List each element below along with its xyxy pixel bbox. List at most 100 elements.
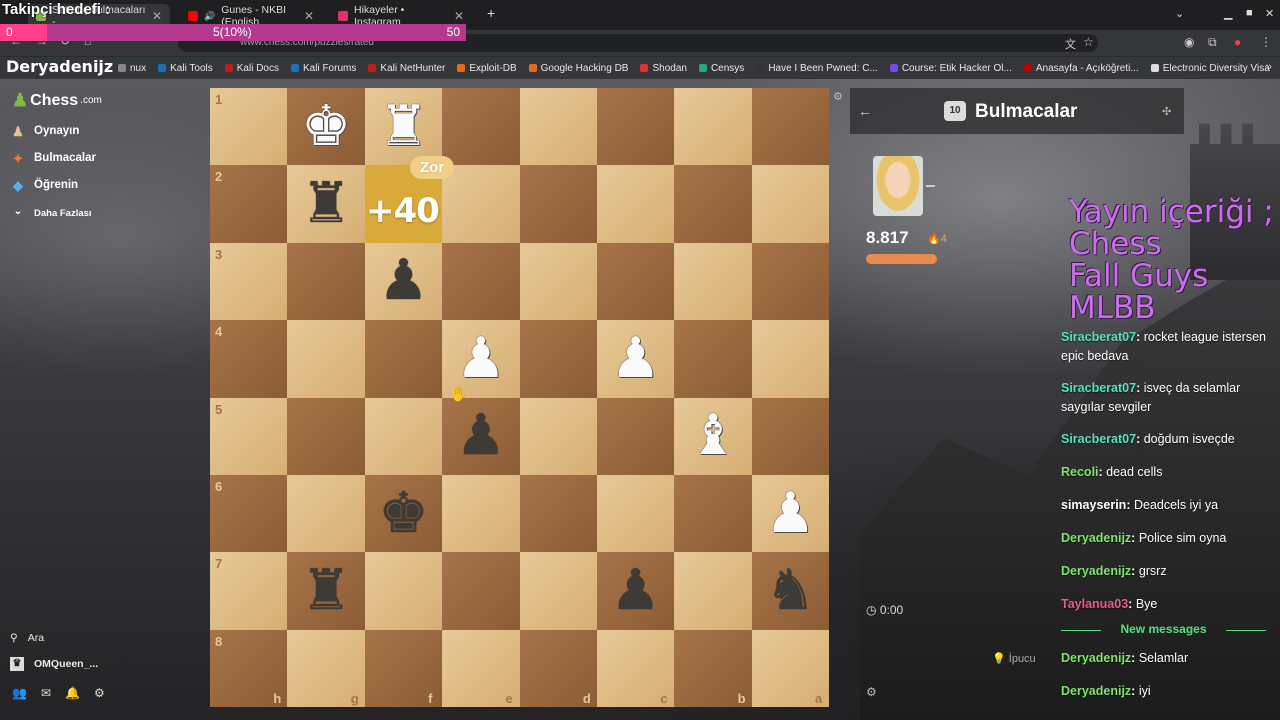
board-square[interactable] <box>596 474 675 553</box>
bookmark-item[interactable]: Course: Etik Hacker Ol... <box>889 63 1012 74</box>
bookmark-item[interactable]: Shodan <box>640 63 687 74</box>
board-square[interactable] <box>442 474 520 553</box>
white-piece[interactable]: ♚ <box>287 88 364 165</box>
board-square[interactable] <box>751 242 830 321</box>
panel-back-arrow-icon[interactable]: ← <box>858 103 872 119</box>
board-square[interactable] <box>674 320 752 398</box>
board-square[interactable] <box>674 552 752 630</box>
bookmark-item[interactable]: Exploit-DB <box>457 63 517 74</box>
board-square[interactable] <box>287 320 365 398</box>
black-piece[interactable]: ♟ <box>365 243 442 320</box>
nav-play[interactable]: ♟ Oynayın <box>10 124 79 139</box>
board-square[interactable] <box>364 320 443 398</box>
white-piece[interactable]: ♝ <box>674 398 751 475</box>
chat-username[interactable]: Deryadenijz <box>1061 531 1131 545</box>
gear-icon[interactable]: ⚙ <box>94 686 105 700</box>
board-square[interactable] <box>364 552 443 630</box>
white-piece[interactable]: ♟ <box>442 320 519 397</box>
board-settings-gear-icon[interactable]: ⚙ <box>833 90 843 103</box>
board-square[interactable] <box>596 165 675 243</box>
board-square[interactable] <box>519 88 597 166</box>
board-square[interactable] <box>751 320 830 398</box>
board-square[interactable] <box>519 242 597 321</box>
bookmark-item[interactable]: Kali Tools <box>158 63 213 74</box>
bookmark-star-icon[interactable]: ☆ <box>1083 35 1094 49</box>
friends-icon[interactable]: 👥 <box>12 686 27 700</box>
board-square[interactable] <box>596 88 675 166</box>
hint-button[interactable]: 💡 İpucu <box>992 652 1036 665</box>
white-piece[interactable]: ♟ <box>752 475 829 552</box>
black-piece[interactable]: ♚ <box>365 475 442 552</box>
minimize-button[interactable]: ▁ <box>1224 7 1232 20</box>
board-square[interactable] <box>519 552 597 630</box>
board-square[interactable] <box>442 242 520 321</box>
extensions-icon[interactable]: ⧉ <box>1208 35 1217 50</box>
bookmark-item[interactable]: nux <box>118 63 146 74</box>
board-square[interactable] <box>287 474 365 553</box>
board-square[interactable] <box>674 242 752 321</box>
board-square[interactable] <box>442 88 520 166</box>
black-piece[interactable]: ♟ <box>597 552 674 629</box>
board-square[interactable] <box>751 397 830 475</box>
bookmark-item[interactable]: Electronic Diversity Visa <box>1150 63 1270 74</box>
board-square[interactable] <box>287 397 365 475</box>
board-square[interactable] <box>519 165 597 243</box>
bookmark-item[interactable]: Kali Forums <box>291 63 356 74</box>
chess-board[interactable]: +40 Zor ✋ 1 2 3 4 5 6 7 8 h g f e d c b a ♚ ♜ ♜ ♟ ♟ ♟ ♟ ♝ ♚ ♟ ♜ ♟ ♞ <box>210 88 830 708</box>
more-bookmarks-chevron-icon[interactable]: » <box>1266 61 1272 73</box>
board-square[interactable] <box>442 165 520 243</box>
white-piece[interactable]: ♜ <box>365 88 442 165</box>
board-square[interactable] <box>596 397 675 475</box>
chess-logo[interactable]: ♟ Chess .com <box>12 90 102 111</box>
black-piece[interactable]: ♞ <box>752 552 829 629</box>
bell-icon[interactable]: 🔔 <box>65 686 80 700</box>
board-square[interactable] <box>287 242 365 321</box>
bookmark-item[interactable]: Anasayfa - Açıköğreti... <box>1023 63 1139 74</box>
profile-icon[interactable]: ◉ <box>1184 35 1194 49</box>
translate-icon[interactable]: 文 <box>1065 36 1076 52</box>
board-square[interactable] <box>674 88 752 166</box>
chat-username[interactable]: Taylanua03 <box>1061 597 1128 611</box>
speaker-icon[interactable]: 🔊 <box>204 11 215 22</box>
board-square[interactable] <box>674 165 752 243</box>
close-icon[interactable]: ✕ <box>152 9 162 23</box>
chat-username[interactable]: Siracberat07 <box>1061 381 1136 395</box>
board-square[interactable] <box>519 474 597 553</box>
bookmark-item[interactable]: Kali NetHunter <box>368 63 445 74</box>
chat-username[interactable]: Siracberat07 <box>1061 432 1136 446</box>
close-icon[interactable]: ✕ <box>304 9 314 23</box>
black-piece[interactable]: ♜ <box>287 165 364 242</box>
board-square[interactable] <box>519 397 597 475</box>
close-window-button[interactable]: ✕ <box>1265 7 1274 20</box>
panel-options-icon[interactable]: ✣ <box>1162 105 1171 118</box>
tab-list-chevron-icon[interactable]: ⌄ <box>1175 7 1184 20</box>
panel-gear-icon[interactable]: ⚙ <box>866 685 877 699</box>
new-tab-button[interactable]: + <box>487 5 495 21</box>
board-square[interactable] <box>751 88 830 166</box>
white-piece[interactable]: ♟ <box>597 320 674 397</box>
chat-username[interactable]: Deryadenijz <box>1061 651 1131 665</box>
nav-learn[interactable]: ◆ Öğrenin <box>10 178 78 193</box>
chat-username[interactable]: Siracberat07 <box>1061 330 1136 344</box>
close-icon[interactable]: ✕ <box>454 9 464 23</box>
black-piece[interactable]: ♟ <box>442 398 519 475</box>
nav-puzzles[interactable]: ✦ Bulmacalar <box>10 151 96 166</box>
board-square[interactable] <box>442 552 520 630</box>
nav-more[interactable]: ⌄ Daha Fazlası <box>10 206 92 220</box>
chat-username[interactable]: Deryadenijz <box>1061 684 1131 698</box>
maximize-button[interactable]: ■ <box>1246 7 1253 19</box>
sidebar-user[interactable]: ♛ OMQueen_... <box>10 657 98 671</box>
board-square[interactable] <box>596 242 675 321</box>
bookmark-item[interactable]: Have I Been Pwned: C... <box>756 63 878 74</box>
bookmark-item[interactable]: Kali Docs <box>224 63 279 74</box>
board-square[interactable] <box>674 474 752 553</box>
extension-badge-icon[interactable]: ● <box>1234 35 1241 49</box>
sidebar-search[interactable]: ⚲ Ara <box>10 632 44 644</box>
bookmark-item[interactable]: Google Hacking DB <box>528 63 628 74</box>
board-square[interactable] <box>519 320 597 398</box>
chat-username[interactable]: Recoli <box>1061 465 1099 479</box>
chat-username[interactable]: simayserin <box>1061 498 1126 512</box>
black-piece[interactable]: ♜ <box>287 552 364 629</box>
board-square[interactable] <box>364 397 443 475</box>
menu-kebab-icon[interactable]: ⋮ <box>1260 35 1272 49</box>
